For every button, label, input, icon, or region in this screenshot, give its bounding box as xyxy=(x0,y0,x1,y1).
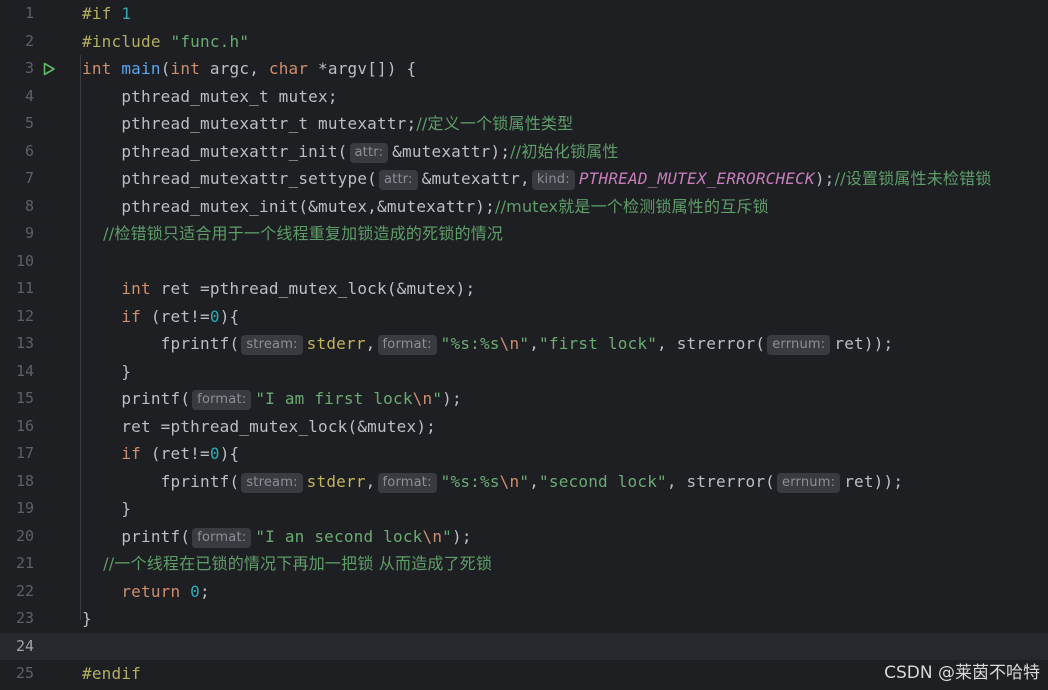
code-line[interactable]: 16 ret =pthread_mutex_lock(&mutex); xyxy=(0,413,1048,441)
line-number: 10 xyxy=(15,251,34,270)
code-line[interactable]: 5 pthread_mutexattr_t mutexattr;//定义一个锁属… xyxy=(0,110,1048,138)
parameter-hint: attr: xyxy=(378,170,418,190)
parameter-hint: format: xyxy=(377,335,437,355)
code-text: if (ret!=0){ xyxy=(82,306,240,326)
code-line[interactable]: 12 if (ret!=0){ xyxy=(0,303,1048,331)
code-text: int ret =pthread_mutex_lock(&mutex); xyxy=(82,279,476,298)
line-number: 11 xyxy=(15,279,34,297)
code-line[interactable]: 20 printf(format: "I an second lock\n"); xyxy=(0,523,1048,551)
parameter-hint: errnum: xyxy=(777,472,841,493)
code-text: fprintf(stream: stderr, format: "%s:%s\n","… xyxy=(82,334,894,355)
code-line[interactable]: 7 pthread_mutexattr_settype(attr: &mutexa… xyxy=(0,165,1048,193)
code-text: return 0; xyxy=(82,581,210,601)
code-text: #include "func.h" xyxy=(82,31,250,51)
code-line[interactable]: 14 } xyxy=(0,358,1048,386)
code-line[interactable]: 6 pthread_mutexattr_init(attr: &mutexattr… xyxy=(0,138,1048,166)
line-number: 7 xyxy=(24,169,34,187)
line-number: 3 xyxy=(24,59,34,77)
code-line[interactable]: 13 fprintf(stream: stderr, format: "%s:%s\n… xyxy=(0,330,1048,358)
code-line[interactable]: 23 } xyxy=(0,605,1048,633)
line-number: 5 xyxy=(24,114,34,132)
line-number: 12 xyxy=(15,306,34,325)
code-line[interactable]: 1 #if 1 xyxy=(0,0,1048,28)
line-number: 14 xyxy=(15,361,34,380)
parameter-hint: stream: xyxy=(241,472,303,493)
line-number: 2 xyxy=(24,31,34,50)
line-number: 13 xyxy=(15,334,34,352)
code-text: } xyxy=(82,609,92,628)
code-text: printf(format: "I am first lock\n"); xyxy=(82,389,462,410)
code-line[interactable]: 22 return 0; xyxy=(0,578,1048,606)
line-number: 23 xyxy=(15,609,34,627)
code-line[interactable]: 8 pthread_mutex_init(&mutex,&mutexattr);… xyxy=(0,193,1048,221)
code-text: //检错锁只适合用于一个线程重复加锁造成的死锁的情况 xyxy=(82,224,504,243)
line-number: 20 xyxy=(15,526,34,545)
line-number: 21 xyxy=(15,554,34,572)
parameter-hint: errnum: xyxy=(767,335,831,355)
parameter-hint: stream: xyxy=(241,335,303,355)
code-text: pthread_mutexattr_t mutexattr;//定义一个锁属性类… xyxy=(82,114,574,133)
code-text: int main(int argc, char *argv[]) { xyxy=(82,59,417,78)
code-text: ret =pthread_mutex_lock(&mutex); xyxy=(82,416,436,436)
code-text: #if 1 xyxy=(82,4,132,23)
parameter-hint: kind: xyxy=(531,170,575,190)
code-line[interactable]: 18 fprintf(stream: stderr, format: "%s:%s\n… xyxy=(0,468,1048,496)
line-number: 22 xyxy=(15,581,34,600)
line-number: 9 xyxy=(24,224,34,242)
line-number: 8 xyxy=(24,196,34,215)
code-text: pthread_mutex_init(&mutex,&mutexattr);//… xyxy=(82,196,769,216)
line-number: 4 xyxy=(24,86,34,105)
line-number: 15 xyxy=(15,389,34,407)
run-gutter-icon[interactable] xyxy=(42,62,56,76)
code-editor[interactable]: 1 #if 1 2 #include "func.h" 3 int main(i… xyxy=(0,0,1048,690)
code-text: pthread_mutex_t mutex; xyxy=(82,86,338,106)
code-text: } xyxy=(82,361,132,381)
code-line[interactable]: 9 //检错锁只适合用于一个线程重复加锁造成的死锁的情况 xyxy=(0,220,1048,248)
code-line[interactable]: 17 if (ret!=0){ xyxy=(0,440,1048,468)
code-text: if (ret!=0){ xyxy=(82,444,240,463)
code-line[interactable]: 19 } xyxy=(0,495,1048,523)
code-line[interactable]: 2 #include "func.h" xyxy=(0,28,1048,56)
line-number: 18 xyxy=(15,471,34,490)
code-text: } xyxy=(82,499,132,518)
code-text: printf(format: "I an second lock\n"); xyxy=(82,526,472,548)
line-number: 16 xyxy=(15,416,34,435)
code-text: pthread_mutexattr_init(attr: &mutexattr);… xyxy=(82,141,619,163)
code-line[interactable]: 15 printf(format: "I am first lock\n"); xyxy=(0,385,1048,413)
line-number: 6 xyxy=(24,141,34,160)
line-number: 24 xyxy=(15,636,34,655)
parameter-hint: format: xyxy=(377,472,437,493)
watermark: CSDN @莱茵不哈特 xyxy=(884,663,1040,683)
line-number: 17 xyxy=(15,444,34,462)
code-line[interactable]: 3 int main(int argc, char *argv[]) { xyxy=(0,55,1048,83)
line-number: 1 xyxy=(24,4,34,22)
parameter-hint: format: xyxy=(192,527,252,548)
current-line[interactable]: 24 xyxy=(0,632,1048,660)
code-text: fprintf(stream: stderr, format: "%s:%s\n","… xyxy=(82,471,904,493)
code-line[interactable]: 10 xyxy=(0,248,1048,276)
code-text: #endif xyxy=(82,664,141,683)
parameter-hint: attr: xyxy=(349,142,389,163)
code-text: pthread_mutexattr_settype(attr: &mutexatt… xyxy=(82,169,992,190)
code-line[interactable]: 4 pthread_mutex_t mutex; xyxy=(0,83,1048,111)
line-number: 25 xyxy=(15,664,34,682)
parameter-hint: format: xyxy=(192,390,252,410)
code-text: //一个线程在已锁的情况下再加一把锁 从而造成了死锁 xyxy=(82,554,493,573)
code-line[interactable]: 11 int ret =pthread_mutex_lock(&mutex); xyxy=(0,275,1048,303)
line-number: 19 xyxy=(15,499,34,517)
code-line[interactable]: 21 //一个线程在已锁的情况下再加一把锁 从而造成了死锁 xyxy=(0,550,1048,578)
